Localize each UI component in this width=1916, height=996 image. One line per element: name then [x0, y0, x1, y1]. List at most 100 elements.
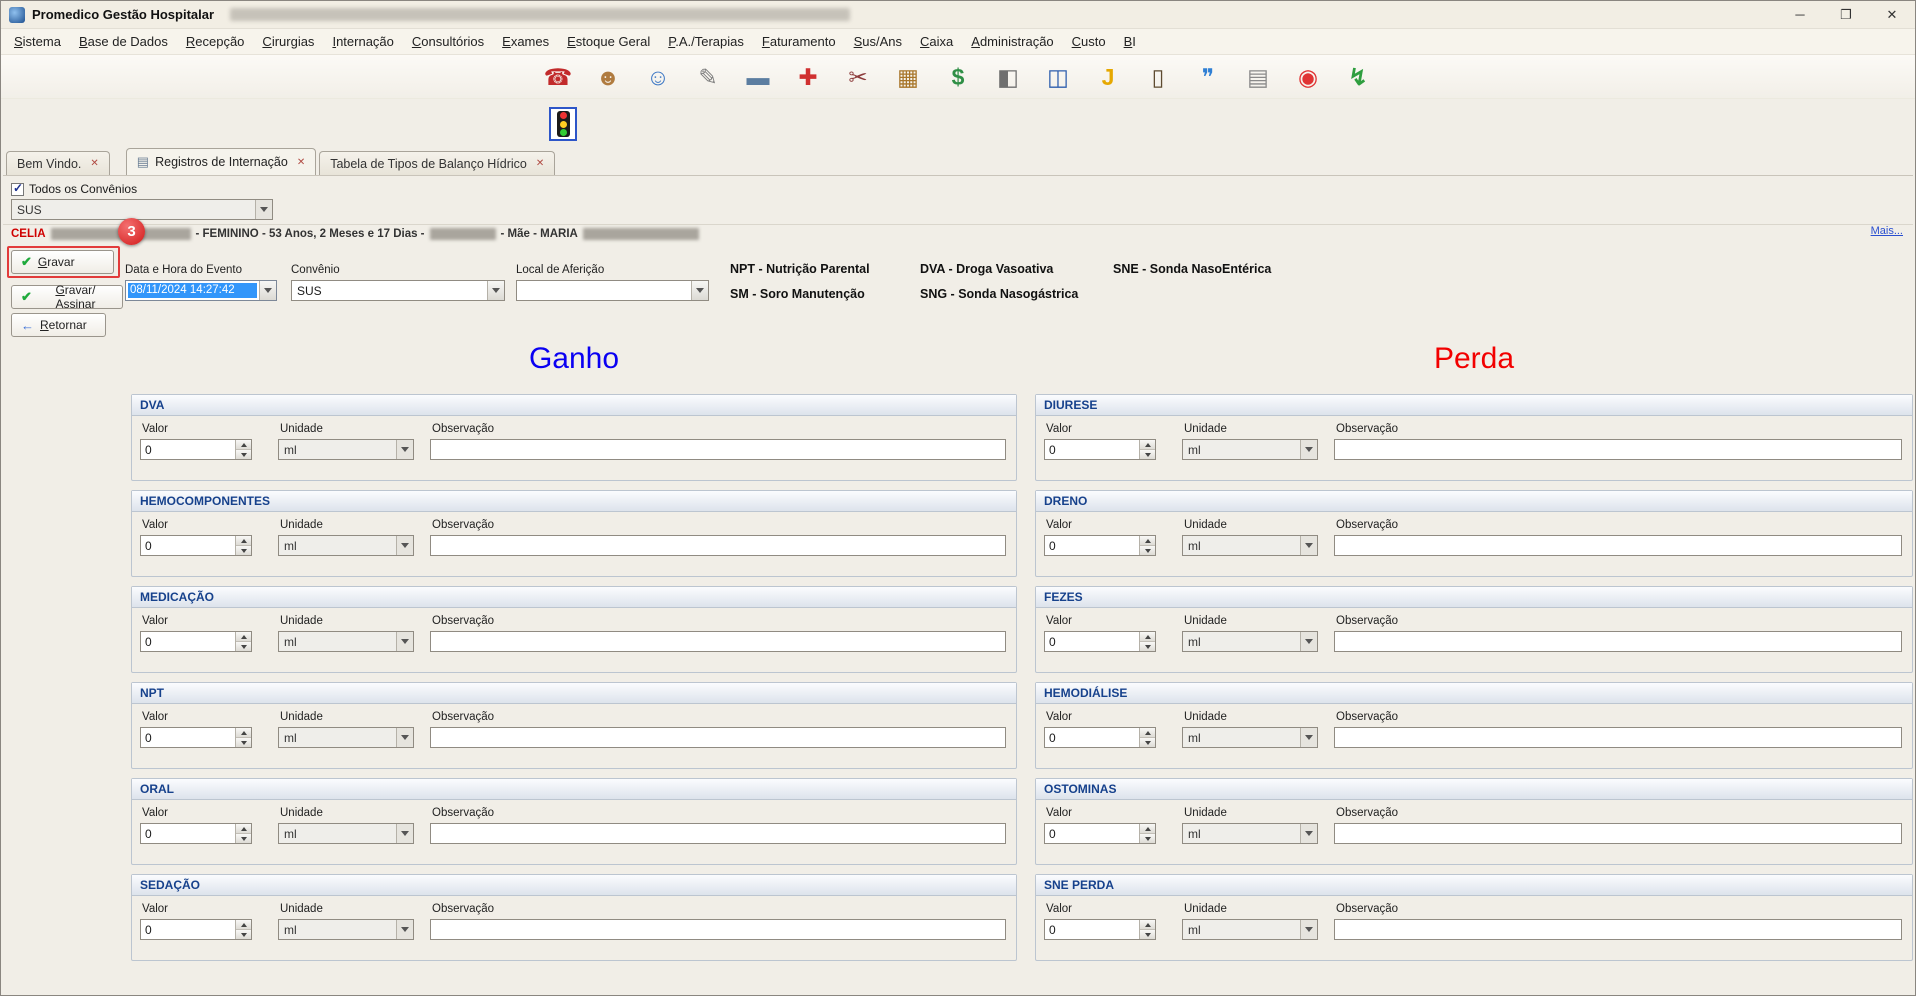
gravar-button[interactable]: ✔ Gravar	[11, 250, 114, 274]
medical-records-icon[interactable]: ✎	[693, 62, 723, 92]
legal-icon[interactable]: J	[1093, 62, 1123, 92]
valor-spinner[interactable]: 0	[140, 631, 252, 652]
maximize-button[interactable]: ❐	[1823, 1, 1869, 28]
spin-up-icon[interactable]	[236, 920, 251, 930]
retornar-button[interactable]: ← Retornar	[11, 313, 106, 337]
hospital-bed-icon[interactable]: ▬	[743, 62, 773, 92]
unidade-select[interactable]: ml	[1182, 727, 1318, 748]
safe-icon[interactable]: ◧	[993, 62, 1023, 92]
spin-up-icon[interactable]	[236, 632, 251, 642]
observacao-input[interactable]	[1334, 823, 1902, 844]
reception-icon[interactable]: ☻	[593, 62, 623, 92]
observacao-input[interactable]	[1334, 919, 1902, 940]
observacao-input[interactable]	[430, 439, 1006, 460]
ambulance-icon[interactable]: ✚	[793, 62, 823, 92]
unidade-select[interactable]: ml	[278, 823, 414, 844]
spin-down-icon[interactable]	[1140, 834, 1155, 843]
observacao-input[interactable]	[1334, 535, 1902, 556]
chevron-down-icon[interactable]	[396, 440, 413, 459]
chevron-down-icon[interactable]	[396, 728, 413, 747]
valor-spinner[interactable]: 0	[140, 439, 252, 460]
spin-up-icon[interactable]	[1140, 440, 1155, 450]
menu-item-administracao[interactable]: Administração	[962, 29, 1062, 54]
unidade-select[interactable]: ml	[1182, 439, 1318, 460]
spin-up-icon[interactable]	[1140, 536, 1155, 546]
chevron-down-icon[interactable]	[396, 536, 413, 555]
valor-spinner[interactable]: 0	[1044, 919, 1156, 940]
chevron-down-icon[interactable]	[1300, 440, 1317, 459]
spin-down-icon[interactable]	[1140, 738, 1155, 747]
unidade-select[interactable]: ml	[1182, 535, 1318, 556]
doctor-icon[interactable]: ☺	[643, 62, 673, 92]
menu-item-p-a-terapias[interactable]: P.A./Terapias	[659, 29, 753, 54]
report-icon[interactable]: ▤	[1243, 62, 1273, 92]
menu-item-custo[interactable]: Custo	[1063, 29, 1115, 54]
unidade-select[interactable]: ml	[278, 439, 414, 460]
tab-close-icon[interactable]: ✕	[536, 158, 544, 169]
spin-down-icon[interactable]	[236, 546, 251, 555]
surgery-icon[interactable]: ✂	[843, 62, 873, 92]
traffic-light-icon[interactable]	[549, 107, 577, 141]
spin-down-icon[interactable]	[236, 642, 251, 651]
observacao-input[interactable]	[430, 631, 1006, 652]
chevron-down-icon[interactable]	[1300, 920, 1317, 939]
spin-down-icon[interactable]	[1140, 930, 1155, 939]
unidade-select[interactable]: ml	[1182, 919, 1318, 940]
spin-up-icon[interactable]	[236, 728, 251, 738]
menu-item-sistema[interactable]: Sistema	[5, 29, 70, 54]
valor-spinner[interactable]: 0	[140, 535, 252, 556]
minimize-button[interactable]: ─	[1777, 1, 1823, 28]
spin-up-icon[interactable]	[1140, 824, 1155, 834]
tab-registros-de-internacao[interactable]: ▤Registros de Internação✕	[126, 148, 316, 175]
menu-item-estoque-geral[interactable]: Estoque Geral	[558, 29, 659, 54]
mais-link[interactable]: Mais...	[1871, 225, 1903, 237]
chevron-down-icon[interactable]	[1300, 728, 1317, 747]
unidade-select[interactable]: ml	[1182, 631, 1318, 652]
valor-spinner[interactable]: 0	[140, 823, 252, 844]
stock-icon[interactable]: ▦	[893, 62, 923, 92]
close-button[interactable]: ✕	[1869, 1, 1915, 28]
spin-up-icon[interactable]	[1140, 632, 1155, 642]
spin-up-icon[interactable]	[1140, 920, 1155, 930]
observacao-input[interactable]	[430, 919, 1006, 940]
menu-item-faturamento[interactable]: Faturamento	[753, 29, 845, 54]
chevron-down-icon[interactable]	[1300, 536, 1317, 555]
observacao-input[interactable]	[1334, 727, 1902, 748]
observacao-input[interactable]	[430, 823, 1006, 844]
convenio-filter-select[interactable]: SUS	[11, 199, 273, 220]
menu-item-consultorios[interactable]: Consultórios	[403, 29, 493, 54]
chevron-down-icon[interactable]	[1300, 632, 1317, 651]
event-datetime-input[interactable]: 08/11/2024 14:27:42	[125, 280, 277, 301]
spin-down-icon[interactable]	[1140, 642, 1155, 651]
menu-item-recepcao[interactable]: Recepção	[177, 29, 254, 54]
unidade-select[interactable]: ml	[278, 919, 414, 940]
tab-tabela-de-tipos-de-balanco-hidrico[interactable]: Tabela de Tipos de Balanço Hídrico✕	[319, 151, 555, 175]
billing-icon[interactable]: $	[943, 62, 973, 92]
chat-icon[interactable]: ❞	[1193, 62, 1223, 92]
agenda-book-icon[interactable]: ▯	[1143, 62, 1173, 92]
unidade-select[interactable]: ml	[278, 631, 414, 652]
menu-item-caixa[interactable]: Caixa	[911, 29, 962, 54]
local-afericao-select[interactable]	[516, 280, 709, 301]
unidade-select[interactable]: ml	[278, 535, 414, 556]
spin-up-icon[interactable]	[236, 824, 251, 834]
chevron-down-icon[interactable]	[396, 920, 413, 939]
todos-convenios-checkbox[interactable]	[11, 183, 24, 196]
chevron-down-icon[interactable]	[259, 281, 276, 300]
chevron-down-icon[interactable]	[1300, 824, 1317, 843]
unidade-select[interactable]: ml	[278, 727, 414, 748]
menu-item-cirurgias[interactable]: Cirurgias	[253, 29, 323, 54]
valor-spinner[interactable]: 0	[140, 727, 252, 748]
hr-icon[interactable]: ◫	[1043, 62, 1073, 92]
unidade-select[interactable]: ml	[1182, 823, 1318, 844]
spin-up-icon[interactable]	[236, 440, 251, 450]
spin-down-icon[interactable]	[1140, 546, 1155, 555]
spin-down-icon[interactable]	[236, 930, 251, 939]
menu-item-exames[interactable]: Exames	[493, 29, 558, 54]
chevron-down-icon[interactable]	[396, 824, 413, 843]
observacao-input[interactable]	[1334, 439, 1902, 460]
chevron-down-icon[interactable]	[255, 200, 272, 219]
menu-item-bi[interactable]: BI	[1115, 29, 1145, 54]
tab-close-icon[interactable]: ✕	[297, 157, 305, 168]
tab-bem-vindo[interactable]: Bem Vindo.✕	[6, 151, 110, 175]
